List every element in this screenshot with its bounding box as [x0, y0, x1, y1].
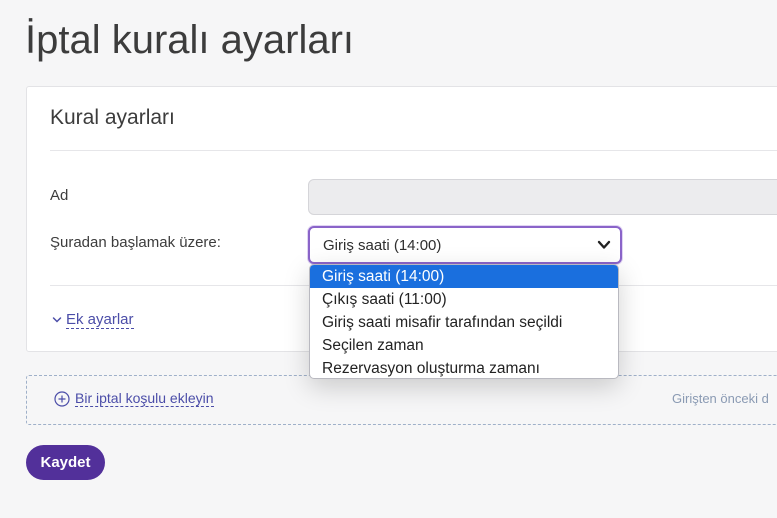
add-cancellation-condition-link[interactable]: Bir iptal koşulu ekleyin	[54, 390, 214, 407]
plus-circle-icon	[54, 390, 70, 407]
save-button[interactable]: Kaydet	[26, 445, 105, 480]
chevron-down-icon	[597, 240, 611, 249]
dropdown-option-selected-time[interactable]: Seçilen zaman	[310, 334, 618, 357]
dropdown-option-checkout-time[interactable]: Çıkış saati (11:00)	[310, 288, 618, 311]
card-divider-top	[50, 150, 777, 151]
ad-input[interactable]	[308, 179, 777, 215]
dropdown-option-checkin-time[interactable]: Giriş saati (14:00)	[310, 265, 618, 288]
dropdown-option-booking-creation-time[interactable]: Rezervasyon oluşturma zamanı	[310, 357, 618, 378]
extra-settings-label: Ek ayarlar	[66, 311, 134, 329]
page-title: İptal kuralı ayarları	[25, 18, 355, 62]
add-cancellation-condition-label: Bir iptal koşulu ekleyin	[75, 390, 214, 407]
start-from-label: Şuradan başlamak üzere:	[50, 234, 221, 251]
extra-settings-toggle[interactable]: Ek ayarlar	[52, 311, 134, 329]
start-from-select[interactable]: Giriş saati (14:00)	[308, 226, 622, 264]
start-from-selected-value: Giriş saati (14:00)	[323, 237, 442, 254]
card-title: Kural ayarları	[50, 106, 175, 129]
start-from-dropdown-list: Giriş saati (14:00) Çıkış saati (11:00) …	[309, 264, 619, 379]
chevron-down-icon	[52, 317, 62, 323]
condition-hint-text: Girişten önceki d	[672, 391, 769, 406]
dropdown-option-guest-selected-checkin[interactable]: Giriş saati misafir tarafından seçildi	[310, 311, 618, 334]
ad-label: Ad	[50, 187, 69, 204]
cancellation-conditions-bar: Bir iptal koşulu ekleyin Girişten önceki…	[26, 375, 777, 425]
